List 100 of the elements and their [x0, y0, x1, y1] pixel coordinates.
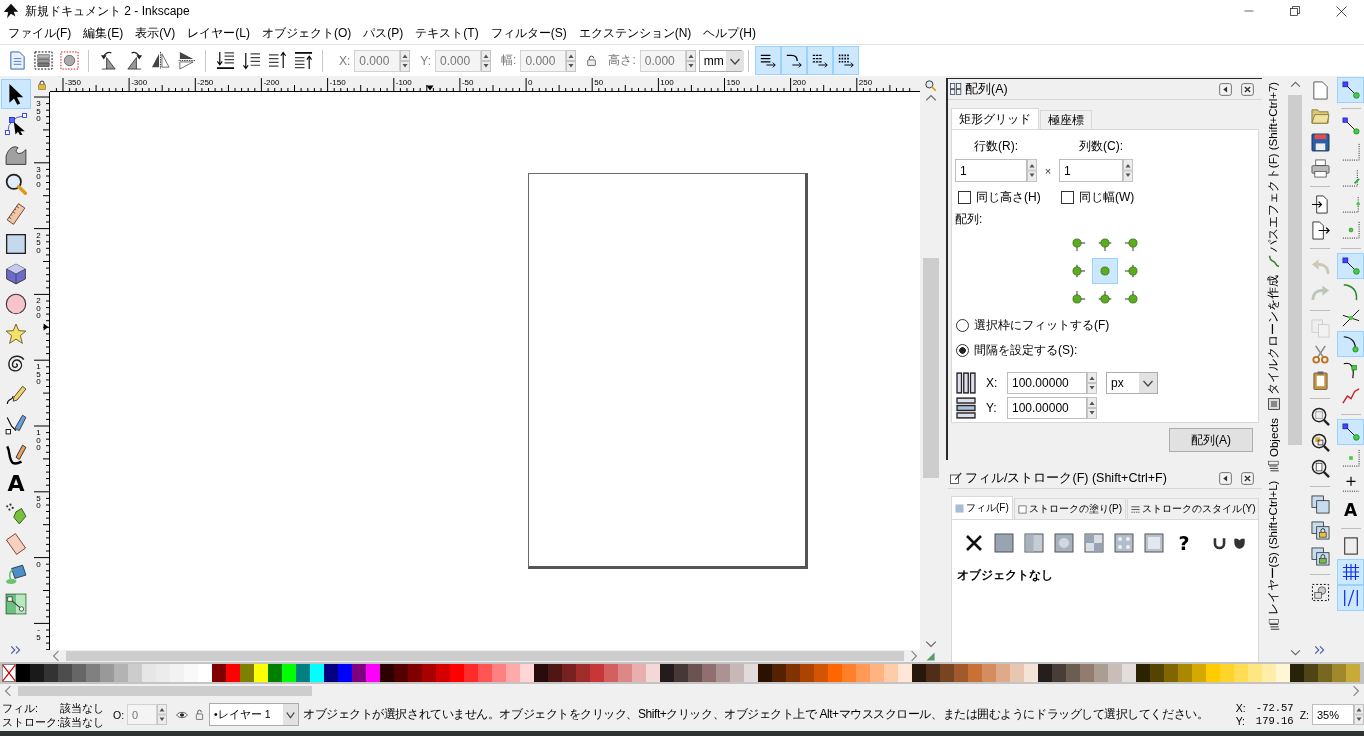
cross-icon[interactable] [964, 533, 984, 553]
tab[interactable]: 極座標 [1040, 110, 1092, 129]
radial-square-icon[interactable] [1054, 533, 1074, 553]
color-swatch[interactable] [422, 664, 436, 682]
radio-label[interactable]: 間隔を設定する(S): [974, 342, 1078, 359]
radio-button[interactable] [956, 344, 969, 357]
color-swatch[interactable] [142, 664, 156, 682]
color-swatch[interactable] [856, 664, 870, 682]
checkbox[interactable] [958, 190, 971, 204]
toggle-button[interactable] [780, 46, 807, 75]
color-swatch[interactable] [380, 664, 394, 682]
magnifier-icon[interactable] [924, 79, 936, 91]
color-swatch[interactable] [1290, 664, 1304, 682]
tool-button[interactable] [1, 79, 31, 109]
color-swatch[interactable] [1094, 664, 1108, 682]
color-swatch[interactable] [114, 664, 128, 682]
spin-arrows-icon[interactable] [1354, 704, 1364, 725]
color-swatch[interactable] [1150, 664, 1164, 682]
number-field[interactable]: 1 [955, 159, 1027, 182]
color-swatch[interactable] [86, 664, 100, 682]
menu-item[interactable]: パス(P) [357, 23, 410, 43]
chevron-left-icon[interactable] [50, 650, 62, 662]
color-swatch[interactable] [1038, 664, 1052, 682]
open-lock-icon[interactable] [195, 709, 205, 720]
tab[interactable]: 矩形グリッド [951, 108, 1039, 129]
snap-button[interactable] [1337, 77, 1364, 103]
color-swatch[interactable] [842, 664, 856, 682]
document-icon[interactable] [7, 51, 27, 70]
color-swatch[interactable] [1122, 664, 1136, 682]
color-swatch[interactable] [772, 664, 786, 682]
rotate-arrow-icon[interactable] [124, 51, 144, 70]
panel-tab[interactable]: タイルクローンを作成 [1262, 271, 1285, 414]
color-swatch[interactable] [1178, 664, 1192, 682]
color-swatch[interactable] [1164, 664, 1178, 682]
color-swatch[interactable] [240, 664, 254, 682]
u-shape-icon[interactable] [1213, 536, 1226, 550]
panel-tab[interactable]: Objects [1262, 414, 1285, 476]
menu-item[interactable]: レイヤー(L) [181, 23, 256, 43]
color-swatch[interactable] [1346, 664, 1360, 682]
color-swatch[interactable] [800, 664, 814, 682]
scrollbar-thumb[interactable] [1288, 95, 1302, 445]
spin-arrows-icon[interactable] [685, 49, 696, 72]
color-swatch[interactable] [716, 664, 730, 682]
dark-square-icon[interactable] [994, 533, 1014, 553]
magnifier-icon[interactable] [1310, 458, 1330, 478]
color-swatch[interactable] [128, 664, 142, 682]
chevron-right-icon[interactable] [1350, 685, 1362, 697]
menu-item[interactable]: ファイル(F) [2, 23, 78, 43]
spin-arrows-icon[interactable] [481, 49, 492, 72]
squares-lock-icon[interactable] [1310, 546, 1330, 566]
chevron-right-icon[interactable] [908, 650, 920, 662]
spin-arrows-icon[interactable] [400, 49, 411, 72]
triangle-icon[interactable] [925, 651, 935, 661]
double-chevron-icon[interactable] [1314, 644, 1326, 656]
color-swatch[interactable] [814, 664, 828, 682]
color-swatch[interactable] [1206, 664, 1220, 682]
printer-icon[interactable] [1310, 158, 1330, 178]
color-swatch[interactable] [688, 664, 702, 682]
snap-button[interactable] [1337, 419, 1364, 445]
chevron-left-icon[interactable] [2, 685, 14, 697]
close-icon[interactable] [1241, 82, 1254, 96]
checker-square-icon[interactable] [1084, 533, 1104, 553]
color-swatch[interactable] [16, 664, 30, 682]
page-arrow-icon[interactable] [1310, 220, 1330, 240]
chevron-down-icon[interactable] [1289, 647, 1301, 658]
light-square-icon[interactable] [1144, 533, 1164, 553]
color-swatch[interactable] [394, 664, 408, 682]
color-swatch[interactable] [254, 664, 268, 682]
color-swatch[interactable] [296, 664, 310, 682]
color-swatch[interactable] [1304, 664, 1318, 682]
color-swatch[interactable] [730, 664, 744, 682]
gradient-square-icon[interactable] [1024, 533, 1044, 553]
color-swatch[interactable] [968, 664, 982, 682]
color-swatch[interactable] [408, 664, 422, 682]
toggle-button[interactable] [754, 46, 781, 75]
number-field[interactable]: 100.00000 [1007, 397, 1087, 419]
panel-tab[interactable]: パスエフェクト(F) (Shift+Ctrl+7) [1262, 78, 1285, 271]
color-swatch[interactable] [912, 664, 926, 682]
menu-item[interactable]: オブジェクト(O) [256, 23, 358, 43]
tab[interactable]: ストロークの塗り(P) [1013, 498, 1127, 519]
color-swatch[interactable] [268, 664, 282, 682]
color-swatch[interactable] [282, 664, 296, 682]
snap-button[interactable]: A [1337, 497, 1364, 523]
color-swatch[interactable] [926, 664, 940, 682]
lock-icon[interactable] [37, 80, 47, 90]
color-swatch[interactable] [982, 664, 996, 682]
toggle-button[interactable] [832, 46, 859, 75]
number-field[interactable]: 1 [1059, 159, 1123, 182]
spin-arrows-icon[interactable] [566, 49, 577, 72]
panel-tab[interactable]: レイヤー(S) (Shift+Ctrl+L) [1262, 476, 1285, 634]
spin-arrows-icon[interactable] [1123, 159, 1133, 182]
color-swatch[interactable] [646, 664, 660, 682]
color-swatch[interactable] [1010, 664, 1024, 682]
color-swatch[interactable] [954, 664, 968, 682]
color-swatch[interactable] [156, 664, 170, 682]
paint-mode-button[interactable]: ? [1178, 533, 1190, 553]
color-swatch[interactable] [590, 664, 604, 682]
color-swatch[interactable] [632, 664, 646, 682]
color-swatch[interactable] [1248, 664, 1262, 682]
overlapping-squares-icon[interactable] [1310, 494, 1330, 514]
